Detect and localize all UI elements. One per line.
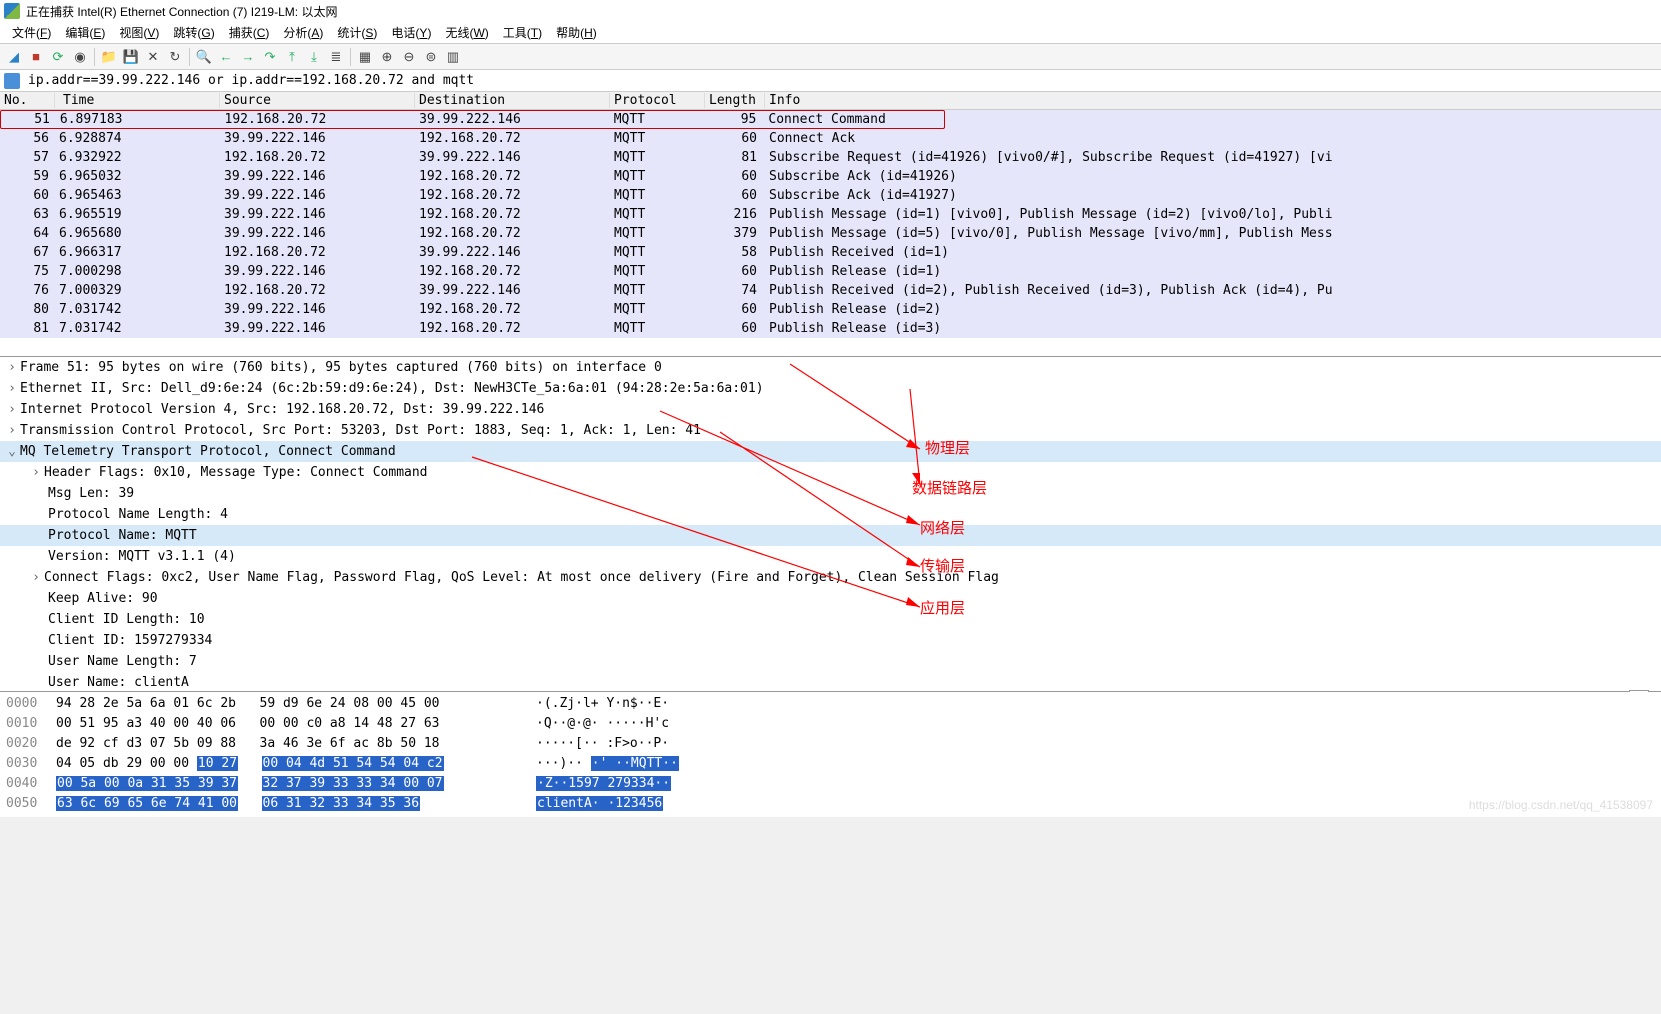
menu-item[interactable]: 编辑(E) <box>59 22 111 43</box>
hex-dump-pane[interactable]: 000094 28 2e 5a 6a 01 6c 2b 59 d9 6e 24 … <box>0 692 1661 817</box>
stop-capture-icon[interactable]: ■ <box>26 47 46 67</box>
packet-row[interactable]: 606.96546339.99.222.146192.168.20.72MQTT… <box>0 186 1661 205</box>
packet-row[interactable]: 646.96568039.99.222.146192.168.20.72MQTT… <box>0 224 1661 243</box>
resize-columns-icon[interactable]: ▥ <box>443 47 463 67</box>
chevron-right-icon[interactable]: › <box>28 567 44 588</box>
packet-row[interactable]: 576.932922192.168.20.7239.99.222.146MQTT… <box>0 148 1661 167</box>
hex-row[interactable]: 004000 5a 00 0a 31 35 39 37 32 37 39 33 … <box>6 774 1655 794</box>
tree-mqtt-field[interactable]: User Name Length: 7 <box>0 651 1661 672</box>
go-first-icon[interactable]: ⤒ <box>282 47 302 67</box>
col-header-destination[interactable]: Destination <box>415 93 610 108</box>
chevron-right-icon[interactable]: › <box>28 462 44 483</box>
col-header-time[interactable]: Time <box>55 93 220 108</box>
menu-item[interactable]: 统计(S) <box>331 22 383 43</box>
packet-row[interactable]: 767.000329192.168.20.7239.99.222.146MQTT… <box>0 281 1661 300</box>
save-icon[interactable]: 💾 <box>121 47 141 67</box>
menu-item[interactable]: 无线(W) <box>439 22 494 43</box>
packet-row[interactable]: 636.96551939.99.222.146192.168.20.72MQTT… <box>0 205 1661 224</box>
menu-item[interactable]: 视图(V) <box>113 22 165 43</box>
chevron-right-icon[interactable]: › <box>4 378 20 399</box>
chevron-right-icon[interactable]: › <box>4 357 20 378</box>
col-header-source[interactable]: Source <box>220 93 415 108</box>
tree-mqtt-field[interactable]: ›Header Flags: 0x10, Message Type: Conne… <box>0 462 1661 483</box>
filter-icon[interactable] <box>4 73 20 89</box>
tree-tcp[interactable]: ›Transmission Control Protocol, Src Port… <box>0 420 1661 441</box>
packet-list-header: No. Time Source Destination Protocol Len… <box>0 92 1661 110</box>
menu-item[interactable]: 分析(A) <box>277 22 329 43</box>
packet-row[interactable]: 757.00029839.99.222.146192.168.20.72MQTT… <box>0 262 1661 281</box>
tree-mqtt-field[interactable]: Client ID Length: 10 <box>0 609 1661 630</box>
tree-mqtt-field[interactable]: Msg Len: 39 <box>0 483 1661 504</box>
tree-mqtt[interactable]: ⌄MQ Telemetry Transport Protocol, Connec… <box>0 441 1661 462</box>
next-icon[interactable]: → <box>238 47 258 67</box>
close-icon[interactable]: ✕ <box>143 47 163 67</box>
packet-row[interactable]: 807.03174239.99.222.146192.168.20.72MQTT… <box>0 300 1661 319</box>
app-icon <box>4 3 20 19</box>
packet-row[interactable]: 566.92887439.99.222.146192.168.20.72MQTT… <box>0 129 1661 148</box>
col-header-no[interactable]: No. <box>0 93 55 108</box>
open-file-icon[interactable]: 📁 <box>99 47 119 67</box>
chevron-right-icon[interactable]: › <box>4 399 20 420</box>
packet-row[interactable]: 676.966317192.168.20.7239.99.222.146MQTT… <box>0 243 1661 262</box>
tree-ip[interactable]: ›Internet Protocol Version 4, Src: 192.1… <box>0 399 1661 420</box>
tree-mqtt-field[interactable]: Protocol Name Length: 4 <box>0 504 1661 525</box>
tree-mqtt-field[interactable]: User Name: clientA <box>0 672 1661 692</box>
tree-ethernet[interactable]: ›Ethernet II, Src: Dell_d9:6e:24 (6c:2b:… <box>0 378 1661 399</box>
menubar: 文件(F)编辑(E)视图(V)跳转(G)捕获(C)分析(A)统计(S)电话(Y)… <box>0 22 1661 44</box>
hex-row[interactable]: 003004 05 db 29 00 00 10 27 00 04 4d 51 … <box>6 754 1655 774</box>
menu-item[interactable]: 帮助(H) <box>550 22 603 43</box>
titlebar: 正在捕获 Intel(R) Ethernet Connection (7) I2… <box>0 0 1661 22</box>
hex-row[interactable]: 0020de 92 cf d3 07 5b 09 88 3a 46 3e 6f … <box>6 734 1655 754</box>
tree-mqtt-field[interactable]: Keep Alive: 90 <box>0 588 1661 609</box>
packet-row[interactable]: 516.897183192.168.20.7239.99.222.146MQTT… <box>0 110 1661 129</box>
menu-item[interactable]: 捕获(C) <box>223 22 276 43</box>
col-header-info[interactable]: Info <box>765 93 1661 108</box>
watermark: https://blog.csdn.net/qq_41538097 <box>1469 795 1653 815</box>
tree-mqtt-field[interactable]: ›Connect Flags: 0xc2, User Name Flag, Pa… <box>0 567 1661 588</box>
menu-item[interactable]: 电话(Y) <box>385 22 437 43</box>
chevron-down-icon[interactable]: ⌄ <box>4 441 20 462</box>
hex-row[interactable]: 001000 51 95 a3 40 00 40 06 00 00 c0 a8 … <box>6 714 1655 734</box>
packet-row[interactable]: 817.03174239.99.222.146192.168.20.72MQTT… <box>0 319 1661 338</box>
toolbar: ◢ ■ ⟳ ◉ 📁 💾 ✕ ↻ 🔍 ← → ↷ ⤒ ⤓ ≣ ▦ ⊕ ⊖ ⊜ ▥ <box>0 44 1661 70</box>
auto-scroll-icon[interactable]: ≣ <box>326 47 346 67</box>
restart-capture-icon[interactable]: ⟳ <box>48 47 68 67</box>
zoom-out-icon[interactable]: ⊖ <box>399 47 419 67</box>
prev-icon[interactable]: ← <box>216 47 236 67</box>
colorize-icon[interactable]: ▦ <box>355 47 375 67</box>
col-header-protocol[interactable]: Protocol <box>610 93 705 108</box>
filter-bar <box>0 70 1661 92</box>
packet-details-pane[interactable]: ›Frame 51: 95 bytes on wire (760 bits), … <box>0 357 1661 692</box>
packet-row[interactable]: 596.96503239.99.222.146192.168.20.72MQTT… <box>0 167 1661 186</box>
tree-frame[interactable]: ›Frame 51: 95 bytes on wire (760 bits), … <box>0 357 1661 378</box>
col-header-length[interactable]: Length <box>705 93 765 108</box>
chevron-right-icon[interactable]: › <box>4 420 20 441</box>
hex-row[interactable]: 005063 6c 69 65 6e 74 41 00 06 31 32 33 … <box>6 794 1655 814</box>
zoom-in-icon[interactable]: ⊕ <box>377 47 397 67</box>
tree-mqtt-field[interactable]: Client ID: 1597279334 <box>0 630 1661 651</box>
display-filter-input[interactable] <box>24 71 1657 90</box>
start-capture-icon[interactable]: ◢ <box>4 47 24 67</box>
zoom-reset-icon[interactable]: ⊜ <box>421 47 441 67</box>
tree-mqtt-field[interactable]: Protocol Name: MQTT <box>0 525 1661 546</box>
menu-item[interactable]: 文件(F) <box>6 22 57 43</box>
menu-item[interactable]: 跳转(G) <box>167 22 220 43</box>
window-title: 正在捕获 Intel(R) Ethernet Connection (7) I2… <box>26 3 337 20</box>
find-packet-icon[interactable]: 🔍 <box>194 47 214 67</box>
hex-row[interactable]: 000094 28 2e 5a 6a 01 6c 2b 59 d9 6e 24 … <box>6 694 1655 714</box>
capture-options-icon[interactable]: ◉ <box>70 47 90 67</box>
packet-list-pane[interactable]: No. Time Source Destination Protocol Len… <box>0 92 1661 357</box>
go-last-icon[interactable]: ⤓ <box>304 47 324 67</box>
jump-icon[interactable]: ↷ <box>260 47 280 67</box>
menu-item[interactable]: 工具(T) <box>497 22 548 43</box>
reload-icon[interactable]: ↻ <box>165 47 185 67</box>
tree-mqtt-field[interactable]: Version: MQTT v3.1.1 (4) <box>0 546 1661 567</box>
